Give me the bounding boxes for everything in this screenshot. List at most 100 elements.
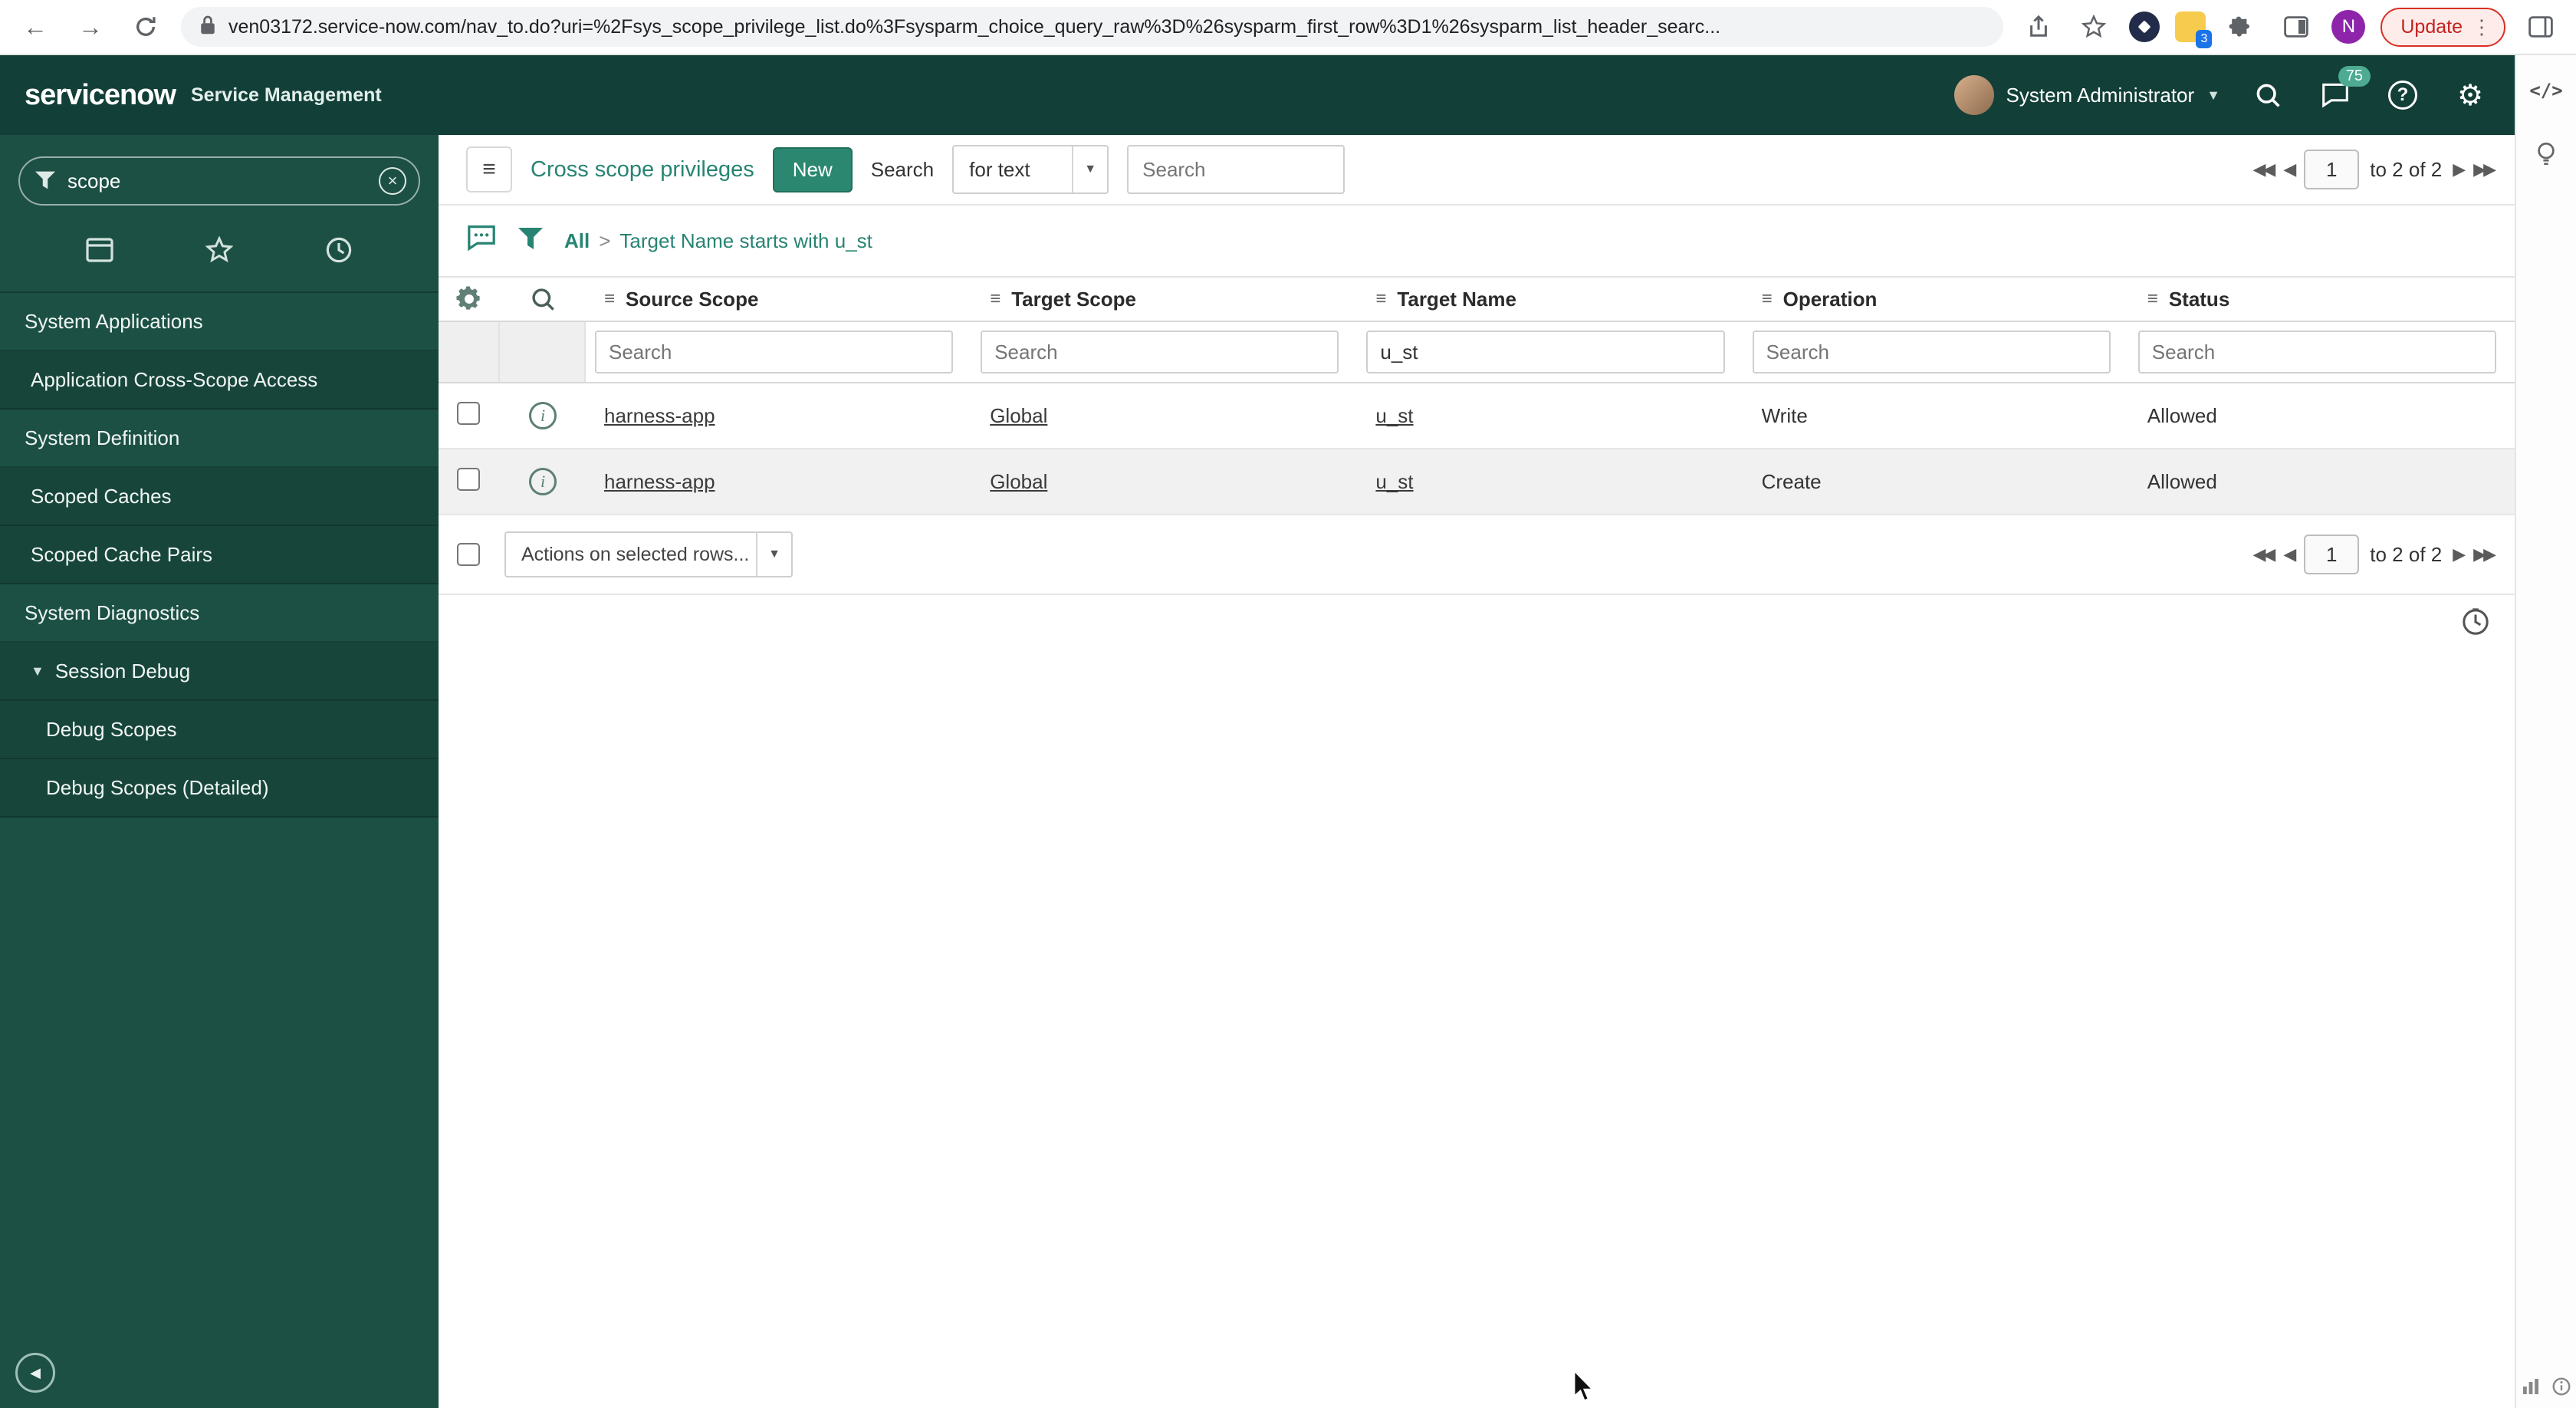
prev-page-icon[interactable]: ◀ — [2283, 544, 2296, 564]
forward-icon[interactable]: → — [71, 7, 110, 47]
product-name: Service Management — [191, 84, 382, 106]
last-page-icon[interactable]: ▶▶ — [2473, 160, 2496, 179]
breadcrumb-all[interactable]: All — [564, 229, 590, 253]
row-checkbox[interactable] — [457, 467, 480, 491]
collapse-navigator-button[interactable]: ◀ — [15, 1353, 55, 1393]
filter-source-scope-input[interactable] — [595, 331, 954, 373]
first-page-icon[interactable]: ◀◀ — [2253, 544, 2276, 564]
source-scope-link[interactable]: harness-app — [604, 404, 715, 427]
operation-value: Write — [1761, 403, 1808, 427]
column-header-target-scope[interactable]: ≡ Target Scope — [971, 288, 1357, 311]
list-activity-icon[interactable] — [466, 224, 497, 258]
side-panel-icon[interactable] — [2521, 7, 2561, 47]
share-icon[interactable] — [2019, 7, 2058, 47]
record-info-icon[interactable]: i — [529, 402, 557, 429]
list-footer: Actions on selected rows... ▼ ◀◀ ◀ to 2 … — [439, 515, 2515, 595]
table-row: i harness-app Global u_st Create Allowed — [439, 449, 2515, 515]
target-scope-link[interactable]: Global — [990, 404, 1047, 427]
bookmark-star-icon[interactable] — [2074, 7, 2114, 47]
source-scope-link[interactable]: harness-app — [604, 470, 715, 493]
sidebar-item-debug-scopes-detailed[interactable]: Debug Scopes (Detailed) — [0, 759, 439, 817]
search-type-select[interactable]: for text ▼ — [952, 145, 1109, 194]
user-menu[interactable]: System Administrator ▼ — [1953, 75, 2220, 115]
extension-dark-icon[interactable] — [2129, 12, 2160, 42]
user-avatar[interactable] — [1953, 75, 1994, 115]
row-checkbox[interactable] — [457, 401, 480, 425]
sidebar-item-debug-scopes[interactable]: Debug Scopes — [0, 701, 439, 759]
target-scope-link[interactable]: Global — [990, 470, 1047, 493]
puzzle-extensions-icon[interactable] — [2221, 7, 2261, 47]
response-time-clock-icon[interactable] — [2461, 607, 2490, 643]
column-header-target-name[interactable]: ≡ Target Name — [1357, 288, 1743, 311]
sidebar-item-application-cross-scope-access[interactable]: Application Cross-Scope Access — [0, 351, 439, 410]
actions-select[interactable]: Actions on selected rows... ▼ — [504, 531, 793, 577]
reload-icon[interactable] — [126, 7, 166, 47]
new-button[interactable]: New — [772, 146, 853, 192]
all-applications-icon[interactable] — [86, 238, 113, 268]
info-icon[interactable] — [2552, 1373, 2571, 1402]
kebab-menu-icon[interactable]: ⋮ — [2472, 15, 2492, 39]
back-icon[interactable]: ← — [15, 7, 55, 47]
page-number-input[interactable] — [2304, 535, 2360, 574]
sidebar-item-system-diagnostics[interactable]: System Diagnostics — [0, 584, 439, 643]
search-label: Search — [870, 157, 935, 181]
stats-icon[interactable] — [2522, 1373, 2540, 1402]
last-page-icon[interactable]: ▶▶ — [2473, 544, 2496, 564]
sidebar-item-system-definition[interactable]: System Definition — [0, 410, 439, 468]
breadcrumb-query[interactable]: Target Name starts with u_st — [619, 229, 872, 253]
page-number-input[interactable] — [2304, 150, 2360, 189]
notification-count-badge: 75 — [2338, 66, 2371, 87]
filter-status-input[interactable] — [2137, 331, 2496, 373]
servicenow-header: servicenow Service Management System Adm… — [0, 55, 2515, 135]
first-page-icon[interactable]: ◀◀ — [2253, 160, 2276, 179]
next-page-icon[interactable]: ▶ — [2453, 160, 2466, 179]
target-name-link[interactable]: u_st — [1375, 404, 1413, 427]
filter-icon[interactable] — [518, 227, 543, 255]
filter-target-scope-input[interactable] — [981, 331, 1339, 373]
sidebar-item-scoped-cache-pairs[interactable]: Scoped Cache Pairs — [0, 526, 439, 584]
browser-profile-avatar[interactable]: N — [2331, 10, 2366, 44]
chrome-update-button[interactable]: Update ⋮ — [2380, 7, 2505, 47]
list-view: ≡ Cross scope privileges New Search for … — [439, 135, 2515, 1408]
column-menu-icon: ≡ — [1761, 288, 1773, 309]
expand-triangle-icon: ▼ — [31, 663, 44, 679]
sidebar-item-scoped-caches[interactable]: Scoped Caches — [0, 468, 439, 526]
list-search-input[interactable] — [1127, 145, 1346, 194]
url-bar[interactable]: ven03172.service-now.com/nav_to.do?uri=%… — [181, 7, 2004, 47]
sidebar-item-system-applications[interactable]: System Applications — [0, 293, 439, 351]
lightbulb-icon[interactable] — [2534, 141, 2558, 175]
settings-gear-icon[interactable]: ⚙ — [2450, 75, 2490, 115]
column-header-status[interactable]: ≡ Status — [2129, 288, 2515, 311]
help-icon[interactable]: ? — [2383, 75, 2423, 115]
bottom-pagination: ◀◀ ◀ to 2 of 2 ▶ ▶▶ — [2253, 535, 2496, 574]
row-range-info: to 2 of 2 — [2370, 542, 2443, 566]
target-name-link[interactable]: u_st — [1375, 470, 1413, 493]
next-page-icon[interactable]: ▶ — [2453, 544, 2466, 564]
filter-target-name-input[interactable] — [1366, 331, 1725, 373]
navigator-filter[interactable]: × — [18, 156, 420, 206]
xml-code-icon[interactable]: </> — [2529, 80, 2562, 101]
sidebar-item-session-debug[interactable]: ▼ Session Debug — [0, 643, 439, 701]
clear-filter-icon[interactable]: × — [379, 167, 406, 195]
status-value: Allowed — [2147, 469, 2217, 493]
select-all-checkbox[interactable] — [457, 543, 480, 566]
list-controls-menu-icon[interactable]: ≡ — [466, 146, 512, 192]
prev-page-icon[interactable]: ◀ — [2283, 160, 2296, 179]
column-menu-icon: ≡ — [604, 288, 616, 309]
filter-operation-input[interactable] — [1752, 331, 2111, 373]
global-search-icon[interactable] — [2248, 75, 2288, 115]
column-search-toggle-icon[interactable] — [500, 286, 586, 312]
column-header-operation[interactable]: ≡ Operation — [1743, 288, 2129, 311]
history-clock-icon[interactable] — [325, 236, 353, 270]
favorites-star-icon[interactable] — [205, 235, 234, 270]
record-info-icon[interactable]: i — [529, 468, 557, 495]
extension-yellow-icon[interactable]: 3 — [2175, 12, 2213, 48]
navigator-filter-input[interactable] — [67, 169, 366, 193]
navigator-tabs — [0, 221, 439, 291]
conversations-icon[interactable]: 75 — [2315, 66, 2371, 115]
personalize-list-gear-icon[interactable] — [439, 286, 500, 312]
split-view-icon[interactable] — [2276, 7, 2316, 47]
list-title[interactable]: Cross scope privileges — [531, 157, 754, 183]
column-filter-row — [439, 322, 2515, 383]
column-header-source-scope[interactable]: ≡ Source Scope — [586, 288, 971, 311]
